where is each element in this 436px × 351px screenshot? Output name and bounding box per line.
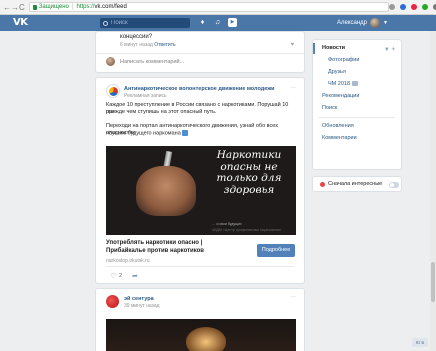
lamp-shape — [186, 327, 226, 351]
menu-item-friends[interactable]: Друзья — [313, 67, 401, 78]
play-icon[interactable]: ▶ — [228, 18, 237, 27]
image-heading-line: Наркотики — [216, 149, 282, 161]
star-icon[interactable] — [388, 4, 395, 10]
comment-time: 6 минут назад — [120, 42, 153, 48]
extension-icon[interactable] — [410, 4, 417, 10]
menu-item-comments[interactable]: Комментарии — [313, 133, 401, 144]
search-icon — [103, 20, 108, 26]
avatar — [106, 57, 115, 66]
menu-item-search[interactable]: Поиск — [313, 103, 401, 114]
bell-icon[interactable]: ♦ — [198, 18, 207, 27]
image-heading-line: здоровья — [223, 183, 275, 196]
fire-icon — [320, 182, 325, 187]
link-url: narkostop.irkutsk.ru — [106, 258, 150, 264]
image-heading: Наркотики опасны не только для здоровья — [204, 149, 294, 196]
address-bar[interactable]: Защищено | https:// vk.com/feed — [28, 2, 389, 12]
corner-badge[interactable]: Ю Б — [412, 338, 428, 347]
divider — [96, 53, 304, 54]
feed-menu: Новости ▼ + Фотографии Друзья ЧМ 2018 Ре… — [312, 39, 402, 170]
comment-meta: 6 минут назад Ответить — [120, 42, 176, 48]
interesting-first-toggle-card: Сначала интересные — [312, 176, 402, 192]
post-author[interactable]: эй сентура — [124, 296, 154, 302]
search-box[interactable] — [100, 18, 190, 28]
search-input[interactable] — [111, 20, 181, 26]
header-icons: ♦ ♫ ▶ — [198, 18, 237, 27]
post-text-line: наушим будущего наркомана — [106, 130, 298, 137]
extension-icon[interactable] — [421, 4, 428, 10]
more-icon[interactable]: ··· — [290, 85, 296, 91]
comment-text: концессии? — [120, 34, 153, 40]
post-image[interactable] — [106, 319, 296, 351]
menu-item-updates[interactable]: Обновления — [313, 121, 401, 132]
share-icon[interactable]: ➦ — [132, 272, 138, 280]
address-separator: | — [71, 4, 74, 10]
post-text-line: прежде чем ступишь на этот опасный путь. — [106, 109, 217, 115]
comment-input[interactable]: Написать комментарий... — [120, 59, 184, 65]
heart-icon[interactable]: ♥ — [290, 42, 294, 48]
secure-label: Защищено — [38, 4, 69, 10]
divider — [319, 117, 395, 118]
user-name: Александр — [337, 20, 368, 26]
music-icon[interactable]: ♫ — [213, 18, 222, 27]
menu-item-news[interactable]: Новости ▼ + — [313, 43, 401, 54]
reload-icon[interactable]: C — [19, 2, 25, 13]
image-heading-line: только для — [216, 172, 282, 184]
menu-item-label: ЧМ 2018 — [328, 81, 351, 87]
post-author[interactable]: Антинаркотическое волонтерское движение … — [124, 86, 275, 92]
back-icon[interactable]: ← — [3, 2, 11, 13]
scrollbar[interactable] — [430, 31, 436, 351]
url-scheme: https:// — [76, 4, 95, 10]
lock-icon — [32, 4, 37, 10]
avatar[interactable] — [106, 295, 119, 308]
user-menu[interactable]: Александр ▼ — [337, 18, 388, 28]
link-title[interactable]: Употреблять наркотики опасно | Прибайкал… — [106, 239, 241, 255]
vk-logo[interactable]: VK — [13, 17, 28, 28]
url-host: vk.com/feed — [94, 4, 127, 10]
arrow-emoji-icon — [182, 130, 189, 136]
post-time: 39 минут назад — [124, 303, 160, 309]
interesting-first-label: Сначала интересные — [328, 181, 383, 187]
ad-post-card: Антинаркотическое волонтерское движение … — [95, 77, 305, 284]
divider — [106, 266, 294, 267]
ad-image[interactable]: Наркотики опасны не только для здоровья … — [106, 146, 296, 235]
avatar — [370, 18, 381, 28]
chevron-down-icon: ▼ — [383, 20, 388, 26]
post-card: эй сентура 39 минут назад ··· — [95, 288, 305, 351]
hand-shape — [136, 166, 196, 216]
heart-icon[interactable]: ♡ — [110, 272, 116, 280]
scrollbar-thumb[interactable] — [431, 262, 435, 302]
site-header: VK ♦ ♫ ▶ Александр ▼ — [0, 15, 436, 31]
community-logo[interactable] — [106, 84, 120, 98]
menu-item-worldcup[interactable]: ЧМ 2018 — [313, 79, 401, 90]
reply-link[interactable]: Ответить — [154, 42, 175, 48]
badge-icon — [352, 81, 359, 87]
menu-item-label: Новости — [322, 45, 346, 51]
post-text-line-part: наушим будущего наркомана — [106, 130, 181, 137]
post-subtitle: Рекламная запись — [124, 93, 167, 99]
more-details-button[interactable]: Подробнее — [257, 244, 295, 257]
like-count: 2 — [119, 273, 123, 279]
image-tagline: … и свои будущих — [212, 222, 242, 226]
extension-icon[interactable] — [399, 4, 406, 10]
more-icon[interactable]: ··· — [290, 294, 296, 300]
forward-icon[interactable]: → — [11, 2, 19, 13]
comment-card: концессии? 6 минут назад Ответить ♥ Напи… — [95, 31, 305, 73]
menu-item-photos[interactable]: Фотографии — [313, 55, 401, 66]
extension-icons — [388, 4, 436, 10]
interesting-first-toggle[interactable] — [389, 182, 399, 188]
image-brand: АВДМ «Центр профилактики наркомании» — [212, 228, 282, 232]
menu-item-recommendations[interactable]: Рекомендации — [313, 91, 401, 102]
browser-toolbar: ← → C Защищено | https:// vk.com/feed — [0, 0, 436, 15]
